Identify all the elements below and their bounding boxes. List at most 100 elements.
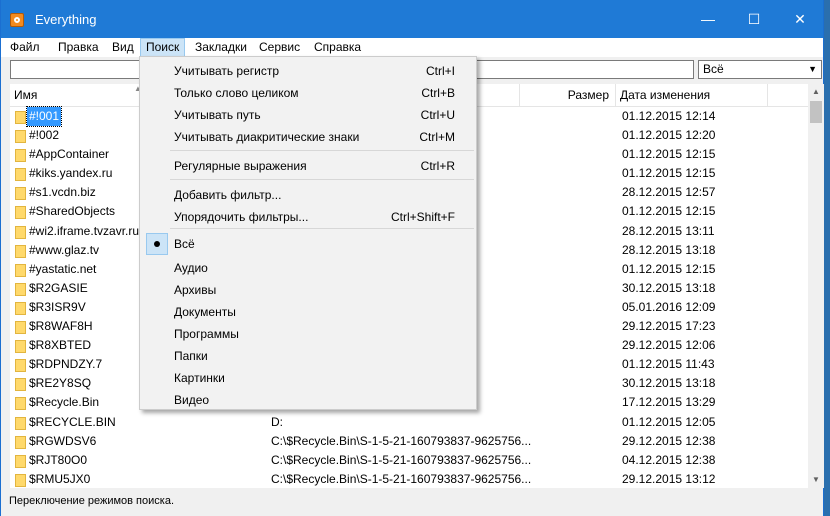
row-date: 01.12.2015 12:15 <box>622 166 716 181</box>
menu-item[interactable]: Всё <box>142 233 474 255</box>
menu-file[interactable]: Файл <box>5 38 45 57</box>
row-name: #!001 <box>25 106 63 127</box>
menu-item[interactable]: Аудио <box>142 257 474 279</box>
row-date: 29.12.2015 12:38 <box>622 433 716 448</box>
menu-item-shortcut: Ctrl+M <box>419 130 455 144</box>
row-date: 29.12.2015 13:12 <box>622 471 716 486</box>
menu-view[interactable]: Вид <box>107 38 139 57</box>
folder-icon <box>15 130 26 144</box>
menu-item[interactable]: Папки <box>142 345 474 367</box>
vertical-scrollbar[interactable]: ▲ ▼ <box>808 84 824 488</box>
menu-item-label: Видео <box>174 393 210 407</box>
menu-item[interactable]: Учитывать диакритические знаки Ctrl+M <box>142 126 474 148</box>
menu-item-label: Упорядочить фильтры... <box>174 210 309 224</box>
minimize-button[interactable]: — <box>685 0 731 38</box>
radio-dot-icon <box>146 233 168 255</box>
row-date: 04.12.2015 12:38 <box>622 452 716 467</box>
folder-icon <box>15 321 26 335</box>
row-name: #kiks.yandex.ru <box>29 166 113 181</box>
folder-icon <box>15 168 26 182</box>
menu-item[interactable]: Архивы <box>142 279 474 301</box>
row-name: $RDPNDZY.7 <box>29 357 103 372</box>
menu-edit[interactable]: Правка <box>53 38 104 57</box>
menu-item-label: Программы <box>174 327 239 341</box>
menu-separator <box>170 228 474 229</box>
row-date: 01.12.2015 12:14 <box>622 109 716 123</box>
row-name: #s1.vcdn.biz <box>29 185 96 200</box>
column-size[interactable]: Размер <box>520 84 616 106</box>
folder-icon <box>15 111 26 124</box>
chevron-down-icon: ▼ <box>808 64 817 74</box>
table-row[interactable]: $RJT80O0 C:\$Recycle.Bin\S-1-5-21-1607938… <box>10 451 808 470</box>
menu-item[interactable]: Документы <box>142 301 474 323</box>
filter-dropdown[interactable]: Всё ▼ <box>698 60 822 79</box>
scroll-thumb[interactable] <box>810 101 822 123</box>
menu-item-label: Документы <box>174 305 236 319</box>
row-name: #www.glaz.tv <box>29 242 100 257</box>
everything-icon <box>10 13 24 27</box>
menu-item-label: Учитывать диакритические знаки <box>174 130 360 144</box>
menu-item[interactable]: Только слово целиком Ctrl+B <box>142 82 474 104</box>
menu-item[interactable]: Картинки <box>142 367 474 389</box>
table-row[interactable]: $RMU5JX0 C:\$Recycle.Bin\S-1-5-21-1607938… <box>10 470 808 489</box>
row-date: 01.12.2015 12:15 <box>622 261 716 276</box>
menu-tools[interactable]: Сервис <box>254 38 305 57</box>
menu-search[interactable]: Поиск <box>140 38 186 57</box>
title-bar[interactable]: Everything — ☐ ✕ <box>1 0 823 38</box>
folder-icon <box>15 206 26 220</box>
menu-bar: Файл Правка Вид Поиск Закладки Сервис Сп… <box>1 38 823 57</box>
row-name: $RECYCLE.BIN <box>29 414 116 429</box>
close-button[interactable]: ✕ <box>777 0 823 38</box>
folder-icon <box>15 454 26 468</box>
menu-item-shortcut: Ctrl+U <box>420 108 455 122</box>
folder-icon <box>15 149 26 163</box>
row-name: $RE2Y8SQ <box>29 376 92 391</box>
folder-icon <box>15 473 26 487</box>
row-date: 01.12.2015 12:15 <box>622 147 716 162</box>
row-date: 01.12.2015 12:05 <box>622 414 716 429</box>
row-name: $RGWDSV6 <box>29 433 97 448</box>
menu-item[interactable]: Регулярные выражения Ctrl+R <box>142 155 474 177</box>
row-name: $RJT80O0 <box>29 452 88 467</box>
row-name: #wi2.iframe.tvzavr.ru <box>29 223 140 238</box>
menu-help[interactable]: Справка <box>309 38 366 57</box>
row-path: C:\$Recycle.Bin\S-1-5-21-160793837-96257… <box>271 452 532 467</box>
row-date: 01.12.2015 12:20 <box>622 128 716 143</box>
menu-item-label: Только слово целиком <box>174 86 299 100</box>
table-row[interactable]: $RECYCLE.BIN D: 01.12.2015 12:05 <box>10 413 808 432</box>
row-date: 01.12.2015 11:43 <box>622 357 715 372</box>
menu-bookmarks[interactable]: Закладки <box>190 38 252 57</box>
scroll-up-icon[interactable]: ▲ <box>808 84 824 100</box>
row-name: #!002 <box>29 128 60 143</box>
folder-icon <box>15 378 26 392</box>
row-date: 28.12.2015 13:18 <box>622 242 716 257</box>
row-name: #yastatic.net <box>29 261 97 276</box>
table-row[interactable]: $RGWDSV6 C:\$Recycle.Bin\S-1-5-21-1607938… <box>10 432 808 451</box>
menu-item[interactable]: Программы <box>142 323 474 345</box>
row-date: 17.12.2015 13:29 <box>622 395 716 410</box>
menu-item[interactable]: Добавить фильтр... <box>142 184 474 206</box>
menu-item[interactable]: Упорядочить фильтры... Ctrl+Shift+F <box>142 206 474 228</box>
row-date: 30.12.2015 13:18 <box>622 376 716 391</box>
maximize-button[interactable]: ☐ <box>731 0 777 38</box>
menu-item[interactable]: Видео <box>142 389 474 411</box>
menu-item-label: Аудио <box>174 261 208 275</box>
row-date: 01.12.2015 12:15 <box>622 204 716 219</box>
menu-item[interactable]: Учитывать регистр Ctrl+I <box>142 60 474 82</box>
folder-icon <box>15 435 26 449</box>
folder-icon <box>15 244 26 258</box>
scroll-down-icon[interactable]: ▼ <box>808 472 824 488</box>
folder-icon <box>15 225 26 239</box>
menu-item-shortcut: Ctrl+I <box>425 64 455 78</box>
row-name: $R2GASIE <box>29 280 88 295</box>
menu-item-shortcut: Ctrl+R <box>420 159 455 173</box>
folder-icon <box>15 263 26 277</box>
menu-item[interactable]: Учитывать путь Ctrl+U <box>142 104 474 126</box>
row-path: D: <box>271 414 283 429</box>
folder-icon <box>15 187 26 201</box>
menu-separator <box>170 150 474 151</box>
menu-item-label: Архивы <box>174 283 217 297</box>
column-date[interactable]: Дата изменения <box>616 84 768 106</box>
row-date: 29.12.2015 12:06 <box>622 338 716 353</box>
folder-icon <box>15 416 26 430</box>
